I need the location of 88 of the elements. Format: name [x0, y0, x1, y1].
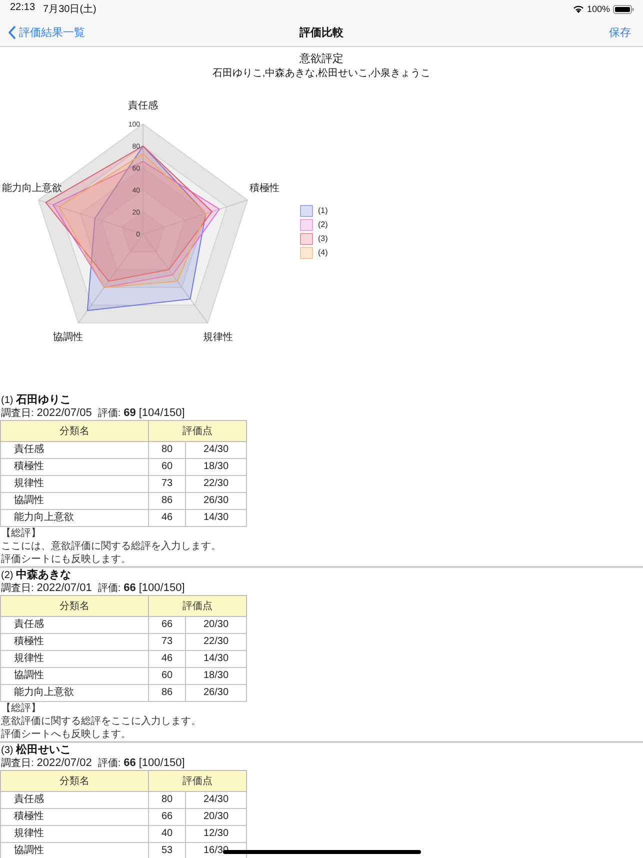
nav-title: 評価比較 [300, 26, 344, 40]
table-cell: 46 [148, 650, 186, 668]
table-cell: 20/30 [186, 808, 246, 826]
table-cell: 80 [148, 442, 186, 458]
table-cell: 積極性 [0, 458, 148, 476]
table-cell: 能力向上意欲 [0, 684, 148, 702]
status-date: 7月30日(土) [43, 2, 96, 16]
table-cell: 40 [148, 826, 186, 842]
table-cell: 86 [148, 492, 186, 510]
survey-date: 2022/07/05 [36, 407, 92, 420]
table-cell: 66 [148, 808, 186, 826]
table-cell: 協調性 [0, 492, 148, 510]
entry-number: (2) [1, 569, 14, 582]
comment-text: 評価シートにも反映します。 [1, 553, 132, 566]
axis-label: 能力向上意欲 [2, 183, 62, 194]
table-cell: 協調性 [0, 842, 148, 858]
table-cell: 規律性 [0, 650, 148, 668]
date-label: 調査日: [1, 582, 34, 595]
column-header: 分類名 [0, 596, 148, 616]
battery-percent: 100% [586, 4, 610, 14]
axis-label: 責任感 [128, 100, 158, 112]
score-value: 66 [124, 582, 136, 595]
table-cell: 協調性 [0, 668, 148, 684]
legend-label: (1) [318, 206, 328, 216]
legend-label: (3) [318, 234, 328, 244]
table-cell: 積極性 [0, 808, 148, 826]
score-value: 69 [124, 407, 136, 420]
axis-label: 協調性 [52, 332, 83, 344]
date-label: 調査日: [1, 407, 34, 420]
comment-label: 【総評】 [1, 527, 42, 540]
legend-label: (2) [318, 220, 328, 230]
comment-text: 意欲評価に関する総評をここに入力します。 [1, 715, 202, 728]
survey-date: 2022/07/01 [36, 582, 92, 595]
legend-label: (4) [318, 248, 328, 258]
column-header: 分類名 [0, 770, 148, 792]
table-cell: 14/30 [186, 650, 246, 668]
table-cell: 18/30 [186, 668, 246, 684]
person-name: 石田ゆりこ [16, 393, 72, 407]
table-cell: 規律性 [0, 476, 148, 492]
column-header: 評価点 [148, 770, 246, 792]
table-cell: 22/30 [186, 634, 246, 650]
table-cell: 24/30 [186, 442, 246, 458]
table-cell: 26/30 [186, 684, 246, 702]
table-cell: 86 [148, 684, 186, 702]
person-name: 松田せいこ [16, 743, 72, 757]
date-label: 調査日: [1, 757, 34, 770]
person-name: 中森あきな [16, 568, 72, 582]
score-total: [104/150] [138, 407, 185, 420]
table-cell: 18/30 [186, 458, 246, 476]
table-cell: 14/30 [186, 510, 246, 526]
table-cell: 責任感 [0, 616, 148, 634]
comment-label: 【総評】 [1, 702, 42, 715]
comment-text: 評価シートへも反映します。 [1, 728, 132, 741]
table-cell: 20/30 [186, 616, 246, 634]
table-cell: 12/30 [186, 826, 246, 842]
score-total: [100/150] [138, 757, 185, 770]
column-header: 評価点 [148, 596, 246, 616]
table-cell: 73 [148, 634, 186, 650]
axis-label: 規律性 [203, 332, 234, 344]
table-cell: 66 [148, 616, 186, 634]
entry-number: (1) [1, 394, 14, 408]
column-header: 分類名 [0, 420, 148, 442]
table-cell: 22/30 [186, 476, 246, 492]
survey-date: 2022/07/02 [36, 757, 92, 770]
score-label: 評価: [98, 582, 121, 595]
score-label: 評価: [98, 407, 121, 420]
table-cell: 責任感 [0, 442, 148, 458]
status-time: 22:13 [10, 2, 36, 15]
table-cell: 責任感 [0, 792, 148, 808]
table-cell: 規律性 [0, 826, 148, 842]
table-cell: 積極性 [0, 634, 148, 650]
table-cell: 60 [148, 458, 186, 476]
comment-text: ここには、意欲評価に関する総評を入力します。 [1, 540, 222, 553]
table-cell: 73 [148, 476, 186, 492]
column-header: 評価点 [148, 420, 246, 442]
table-cell: 26/30 [186, 492, 246, 510]
table-cell: 60 [148, 668, 186, 684]
score-label: 評価: [98, 757, 121, 770]
table-cell: 24/30 [186, 792, 246, 808]
chart-title: 意欲評定 [300, 52, 344, 67]
table-cell: 能力向上意欲 [0, 510, 148, 526]
score-value: 66 [124, 757, 136, 770]
axis-label: 積極性 [250, 183, 280, 194]
table-cell: 80 [148, 792, 186, 808]
chart-subtitle: 石田ゆりこ,中森あきな,松田せいこ,小泉きょうこ [212, 67, 431, 80]
table-cell: 46 [148, 510, 186, 526]
entry-number: (3) [1, 744, 14, 758]
score-total: [100/150] [138, 582, 185, 595]
